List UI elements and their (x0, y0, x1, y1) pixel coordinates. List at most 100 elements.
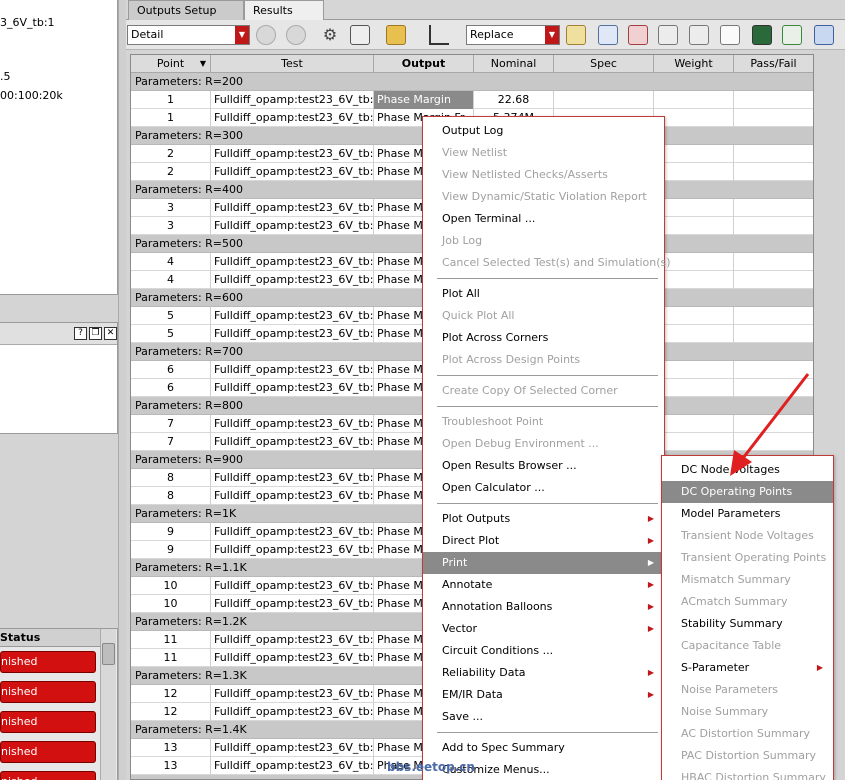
cell-test[interactable]: Fulldiff_opamp:test23_6V_tb:1 (211, 307, 374, 325)
terminal-icon[interactable] (752, 25, 772, 45)
cell-test[interactable]: Fulldiff_opamp:test23_6V_tb:1 (211, 739, 374, 757)
menu-item-stability-summary[interactable]: Stability Summary (662, 613, 833, 635)
col-header-test[interactable]: Test (211, 55, 374, 73)
cell-point[interactable]: 4 (131, 271, 211, 289)
cell-pass-fail[interactable] (734, 253, 813, 271)
cell-weight[interactable] (654, 91, 734, 109)
cell-test[interactable]: Fulldiff_opamp:test23_6V_tb:1 (211, 469, 374, 487)
panel-splitter[interactable] (118, 0, 126, 780)
cell-point[interactable]: 3 (131, 199, 211, 217)
cell-weight[interactable] (654, 163, 734, 181)
status-badge[interactable]: nished (0, 681, 96, 703)
tab-outputs-setup[interactable]: Outputs Setup (128, 0, 244, 20)
menu-item-open-calculator[interactable]: Open Calculator ... (423, 477, 664, 499)
cell-test[interactable]: Fulldiff_opamp:test23_6V_tb:1 (211, 379, 374, 397)
col-header-output[interactable]: Output (374, 55, 474, 73)
run-icon[interactable] (782, 25, 802, 45)
scrollbar-thumb[interactable] (102, 643, 115, 665)
cell-nominal[interactable]: 22.68 (474, 91, 554, 109)
cell-test[interactable]: Fulldiff_opamp:test23_6V_tb:1 (211, 757, 374, 775)
cell-point[interactable]: 1 (131, 91, 211, 109)
cell-test[interactable]: Fulldiff_opamp:test23_6V_tb:1 (211, 487, 374, 505)
cell-test[interactable]: Fulldiff_opamp:test23_6V_tb:1 (211, 271, 374, 289)
menu-item-save[interactable]: Save ... (423, 706, 664, 728)
cell-test[interactable]: Fulldiff_opamp:test23_6V_tb:1 (211, 325, 374, 343)
cell-test[interactable]: Fulldiff_opamp:test23_6V_tb:1 (211, 433, 374, 451)
menu-item-model-parameters[interactable]: Model Parameters (662, 503, 833, 525)
cell-point[interactable]: 13 (131, 739, 211, 757)
cell-test[interactable]: Fulldiff_opamp:test23_6V_tb:1 (211, 685, 374, 703)
cell-point[interactable]: 4 (131, 253, 211, 271)
plot-icon[interactable] (429, 25, 449, 45)
cell-test[interactable]: Fulldiff_opamp:test23_6V_tb:1 (211, 199, 374, 217)
cell-pass-fail[interactable] (734, 199, 813, 217)
dock-float-icon[interactable]: ❐ (89, 327, 102, 340)
cell-weight[interactable] (654, 217, 734, 235)
cell-point[interactable]: 12 (131, 685, 211, 703)
status-badge[interactable]: nished (0, 741, 96, 763)
cell-test[interactable]: Fulldiff_opamp:test23_6V_tb:1 (211, 91, 374, 109)
cell-test[interactable]: Fulldiff_opamp:test23_6V_tb:1 (211, 253, 374, 271)
compare-icon[interactable] (658, 25, 678, 45)
cell-point[interactable]: 8 (131, 469, 211, 487)
dock-close-icon[interactable]: ✕ (104, 327, 117, 340)
menu-item-plot-across-corners[interactable]: Plot Across Corners (423, 327, 664, 349)
document-icon[interactable] (720, 25, 740, 45)
back-icon[interactable] (256, 25, 276, 45)
col-header-point[interactable]: Point ▼ (131, 55, 211, 73)
cell-weight[interactable] (654, 145, 734, 163)
menu-item-plot-outputs[interactable]: Plot Outputs ▶ (423, 508, 664, 530)
cell-weight[interactable] (654, 109, 734, 127)
cell-pass-fail[interactable] (734, 91, 813, 109)
menu-item-s-parameter[interactable]: S-Parameter ▶ (662, 657, 833, 679)
cell-pass-fail[interactable] (734, 163, 813, 181)
menu-item-em-ir-data[interactable]: EM/IR Data ▶ (423, 684, 664, 706)
cell-pass-fail[interactable] (734, 109, 813, 127)
cell-point[interactable]: 3 (131, 217, 211, 235)
cell-point[interactable]: 8 (131, 487, 211, 505)
forward-icon[interactable] (286, 25, 306, 45)
cell-output[interactable]: Phase Margin (374, 91, 474, 109)
cell-weight[interactable] (654, 199, 734, 217)
cell-point[interactable]: 9 (131, 541, 211, 559)
cell-test[interactable]: Fulldiff_opamp:test23_6V_tb:1 (211, 217, 374, 235)
status-badge[interactable]: nished (0, 651, 96, 673)
cell-point[interactable]: 10 (131, 595, 211, 613)
database-icon[interactable] (814, 25, 834, 45)
cell-weight[interactable] (654, 307, 734, 325)
col-header-pass-fail[interactable]: Pass/Fail (734, 55, 813, 73)
cell-point[interactable]: 10 (131, 577, 211, 595)
cell-point[interactable]: 1 (131, 109, 211, 127)
cell-point[interactable]: 9 (131, 523, 211, 541)
cell-point[interactable]: 6 (131, 379, 211, 397)
cell-point[interactable]: 11 (131, 631, 211, 649)
cell-test[interactable]: Fulldiff_opamp:test23_6V_tb:1 (211, 163, 374, 181)
cell-test[interactable]: Fulldiff_opamp:test23_6V_tb:1 (211, 361, 374, 379)
status-badge[interactable]: nished (0, 711, 96, 733)
menu-item-open-terminal[interactable]: Open Terminal ... (423, 208, 664, 230)
cell-test[interactable]: Fulldiff_opamp:test23_6V_tb:1 (211, 145, 374, 163)
status-badge[interactable]: nished (0, 771, 96, 780)
table-config-icon[interactable] (350, 25, 370, 45)
folder-icon[interactable] (386, 25, 406, 45)
menu-item-output-log[interactable]: Output Log (423, 120, 664, 142)
tab-results[interactable]: Results (244, 0, 324, 20)
cell-spec[interactable] (554, 91, 654, 109)
cell-pass-fail[interactable] (734, 217, 813, 235)
annotate-icon[interactable] (598, 25, 618, 45)
cell-test[interactable]: Fulldiff_opamp:test23_6V_tb:1 (211, 703, 374, 721)
cell-test[interactable]: Fulldiff_opamp:test23_6V_tb:1 (211, 649, 374, 667)
table-row[interactable]: 1 Fulldiff_opamp:test23_6V_tb:1 Phase Marg… (131, 91, 813, 109)
cell-test[interactable]: Fulldiff_opamp:test23_6V_tb:1 (211, 523, 374, 541)
menu-item-annotation-balloons[interactable]: Annotation Balloons ▶ (423, 596, 664, 618)
cell-test[interactable]: Fulldiff_opamp:test23_6V_tb:1 (211, 109, 374, 127)
gear-icon[interactable]: ⚙ (320, 25, 340, 45)
menu-item-annotate[interactable]: Annotate ▶ (423, 574, 664, 596)
cell-point[interactable]: 2 (131, 145, 211, 163)
cell-point[interactable]: 5 (131, 307, 211, 325)
menu-item-direct-plot[interactable]: Direct Plot ▶ (423, 530, 664, 552)
cell-test[interactable]: Fulldiff_opamp:test23_6V_tb:1 (211, 577, 374, 595)
mode-select[interactable]: Replace ▼ (466, 25, 560, 45)
menu-item-open-results-browser[interactable]: Open Results Browser ... (423, 455, 664, 477)
cell-point[interactable]: 13 (131, 757, 211, 775)
